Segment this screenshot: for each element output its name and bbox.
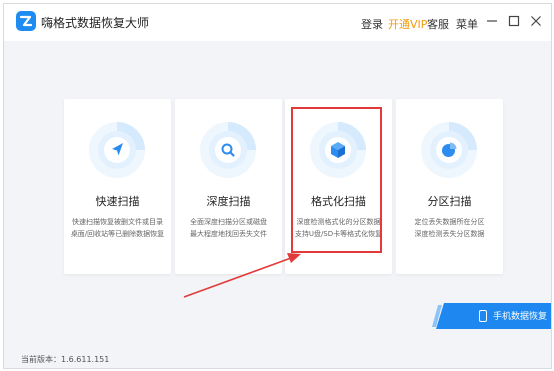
maximize-icon: [508, 15, 520, 27]
navigation-arrow-icon: [89, 122, 145, 178]
card-description-line: 最大程度地找回丢失文件: [190, 230, 267, 238]
deep-scan-card[interactable]: 深度扫描 全面深度扫描分区或磁盘 最大程度地找回丢失文件: [175, 99, 282, 274]
mobile-data-recovery-label: 手机数据恢复: [493, 312, 548, 322]
menu-link[interactable]: 菜单: [456, 16, 478, 32]
partition-scan-card[interactable]: 分区扫描 定位丢失数据所在分区 深度检测丢失分区数据: [396, 99, 503, 274]
card-description-line: 快速扫描恢复被删文件或目录: [72, 218, 163, 226]
pie-chart-icon: [421, 122, 477, 178]
card-description-line: 深度检测格式化的分区数据: [296, 218, 381, 226]
card-description-line: 定位丢失数据所在分区: [414, 218, 485, 226]
minimize-icon: [487, 20, 497, 22]
quick-scan-card[interactable]: 快速扫描 快速扫描恢复被删文件或目录 桌面/回收站等已删除数据恢复: [64, 99, 171, 274]
phone-icon: [479, 310, 487, 322]
maximize-button[interactable]: [506, 13, 522, 29]
card-description-line: 支持U盘/SD卡等格式化恢复: [294, 230, 383, 238]
card-description: 全面深度扫描分区或磁盘 最大程度地找回丢失文件: [179, 216, 278, 240]
magnifier-icon: [200, 122, 256, 178]
card-description: 深度检测格式化的分区数据 支持U盘/SD卡等格式化恢复: [289, 216, 388, 240]
card-title: 分区扫描: [427, 195, 472, 208]
customer-service-link[interactable]: 客服: [427, 16, 449, 32]
minimize-button[interactable]: [484, 13, 500, 29]
vip-link[interactable]: 开通VIP: [388, 16, 427, 32]
format-scan-card[interactable]: 格式化扫描 深度检测格式化的分区数据 支持U盘/SD卡等格式化恢复: [285, 99, 392, 274]
cube-icon: [310, 122, 366, 178]
card-description: 快速扫描恢复被删文件或目录 桌面/回收站等已删除数据恢复: [68, 216, 167, 240]
card-description: 定位丢失数据所在分区 深度检测丢失分区数据: [400, 216, 499, 240]
card-title: 格式化扫描: [311, 195, 366, 208]
login-link[interactable]: 登录: [361, 16, 383, 32]
card-title: 深度扫描: [206, 195, 251, 208]
title-bar: 嗨格式数据恢复大师 登录 开通VIP 客服 菜单: [4, 4, 551, 41]
close-icon: [531, 16, 541, 26]
app-title: 嗨格式数据恢复大师: [41, 16, 150, 30]
card-description-line: 深度检测丢失分区数据: [414, 230, 485, 238]
app-logo-icon: [16, 11, 36, 31]
mobile-data-recovery-button[interactable]: 手机数据恢复: [444, 303, 551, 329]
card-title: 快速扫描: [95, 195, 140, 208]
card-description-line: 桌面/回收站等已删除数据恢复: [70, 230, 165, 238]
close-button[interactable]: [528, 13, 544, 29]
app-window: 嗨格式数据恢复大师 登录 开通VIP 客服 菜单 快速扫描 快速扫描恢复被删文件…: [3, 3, 552, 369]
version-label: 当前版本：1.6.611.151: [21, 355, 110, 364]
card-description-line: 全面深度扫描分区或磁盘: [190, 218, 267, 226]
